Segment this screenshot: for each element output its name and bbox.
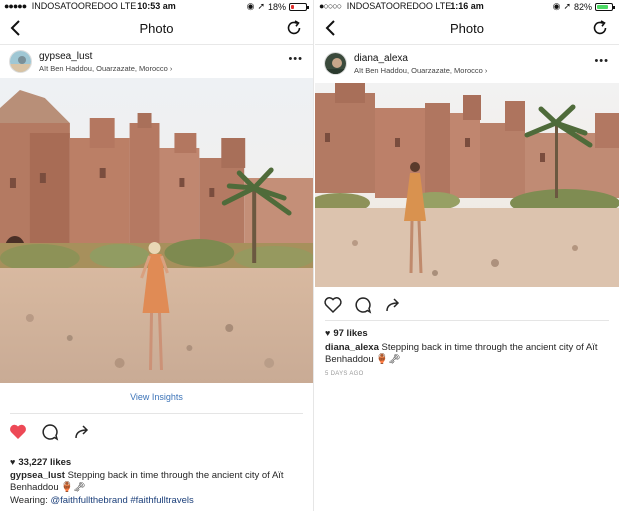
nav-bar: Photo [0,13,313,45]
hashtag-link[interactable]: #faithfulltravels [130,495,193,506]
comment-icon[interactable] [353,295,373,315]
view-insights-link[interactable]: View Insights [10,392,303,414]
post-actions [0,422,313,446]
battery-percent: 18% [267,1,286,12]
caption-username[interactable]: diana_alexa [325,342,379,353]
battery-icon [289,2,309,11]
post-location[interactable]: Aït Ben Haddou, Ouarzazate, Morocco › [39,64,172,73]
location-arrow-icon: ➚ [257,1,265,11]
status-bar: ●○○○○ INDOSATOOREDOO LTE 1:16 am ◉ ➚ 82% [315,0,619,13]
alarm-icon: ◉ [246,1,255,11]
page-title: Photo [450,21,484,36]
caption-extra: Wearing: @faithfullthebrand #faithfulltr… [10,495,194,506]
heart-icon[interactable] [323,295,343,315]
location-arrow-icon: ➚ [563,1,571,11]
post-photo[interactable] [315,83,619,287]
post-username[interactable]: diana_alexa [354,53,408,64]
more-dots-icon[interactable]: ••• [288,53,303,65]
heart-icon: ♥ [325,328,331,338]
heart-icon: ♥ [10,457,16,467]
nav-bar: Photo [315,13,619,45]
comment-icon[interactable] [40,422,60,442]
chevron-right-icon: › [169,64,173,73]
post-location[interactable]: Aït Ben Haddou, Ouarzazate, Morocco › [354,66,487,75]
heart-icon[interactable] [8,422,28,442]
battery-percent: 82% [573,1,592,12]
chevron-right-icon: › [484,66,488,75]
more-dots-icon[interactable]: ••• [594,55,609,67]
status-bar: ●●●●● INDOSATOOREDOO LTE 10:53 am ◉ ➚ 18… [0,0,313,13]
right-screen: ●○○○○ INDOSATOOREDOO LTE 1:16 am ◉ ➚ 82%… [315,0,619,511]
alarm-icon: ◉ [552,1,561,11]
avatar[interactable] [9,50,32,73]
avatar[interactable] [324,52,347,75]
battery-icon [595,2,615,11]
caption-username[interactable]: gypsea_lust [10,470,65,481]
page-title: Photo [139,21,174,36]
post-photo[interactable] [0,78,313,383]
left-screen: ●●●●● INDOSATOOREDOO LTE 10:53 am ◉ ➚ 18… [0,0,314,511]
battery-fill [291,4,294,9]
mention-link[interactable]: @faithfullthebrand [50,495,127,506]
post-caption: gypsea_lust Stepping back in time throug… [10,470,303,494]
likes-count[interactable]: ♥ 33,227 likes [10,457,71,468]
post-actions [315,295,619,319]
divider [325,320,609,321]
share-icon[interactable] [383,295,403,315]
post-header: gypsea_lust Aït Ben Haddou, Ouarzazate, … [0,46,313,78]
post-username[interactable]: gypsea_lust [39,51,92,62]
share-icon[interactable] [72,422,92,442]
refresh-icon[interactable] [591,19,609,37]
post-caption: diana_alexa Stepping back in time throug… [325,342,609,366]
refresh-icon[interactable] [285,19,303,37]
battery-fill [597,4,608,9]
post-timestamp: 5 DAYS AGO [325,371,364,377]
post-header: diana_alexa Aït Ben Haddou, Ouarzazate, … [315,48,619,80]
likes-count[interactable]: ♥ 97 likes [325,328,368,339]
